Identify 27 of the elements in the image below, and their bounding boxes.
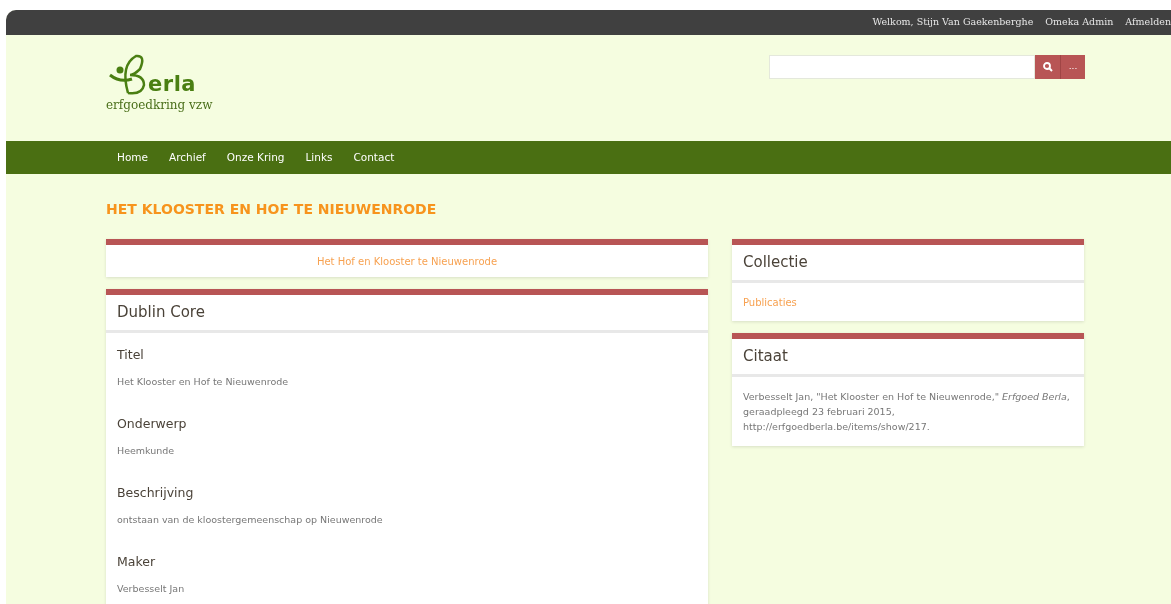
admin-link[interactable]: Welkom, Stijn Van Gaekenberghe bbox=[872, 15, 1034, 30]
page-title: HET KLOOSTER EN HOF TE NIEUWENRODE bbox=[106, 200, 438, 219]
field-value: Verbesselt Jan bbox=[117, 581, 186, 596]
admin-link[interactable]: Omeka Admin bbox=[1045, 15, 1114, 30]
field-value: Het Klooster en Hof te Nieuwenrode bbox=[117, 374, 290, 389]
logo-wordmark: erla bbox=[148, 74, 197, 95]
field-value: Heemkunde bbox=[117, 443, 176, 458]
field-label: Maker bbox=[117, 553, 157, 571]
field-value: ontstaan van de kloostergemeenschap op Nieuwenrode bbox=[117, 512, 384, 527]
advanced-search-button[interactable]: ... bbox=[1060, 55, 1085, 79]
nav-link[interactable]: Onze Kring bbox=[226, 149, 285, 166]
field-label: Titel bbox=[117, 346, 145, 364]
admin-link[interactable]: Afmelden bbox=[1125, 15, 1171, 30]
section-title: Citaat bbox=[743, 346, 788, 368]
nav-link[interactable]: Contact bbox=[353, 149, 395, 166]
section-title: Dublin Core bbox=[117, 302, 205, 324]
field-label: Beschrijving bbox=[117, 484, 195, 502]
nav-link[interactable]: Archief bbox=[169, 149, 206, 166]
logo-tagline: erfgoedkring vzw bbox=[106, 99, 213, 111]
search-field[interactable] bbox=[769, 55, 1035, 79]
search-button[interactable] bbox=[1035, 55, 1060, 79]
nav-link[interactable]: Links bbox=[305, 149, 333, 166]
field-label: Onderwerp bbox=[117, 415, 188, 433]
citation-text: Verbesselt Jan, "Het Klooster en Hof te Nieuwenrode," Erfgoed Berla, geraadpleegd 23 februari 2015, http://erfgoedberla.be/items/show/217. bbox=[743, 390, 1071, 434]
search-icon bbox=[1042, 62, 1053, 72]
section-title: Collectie bbox=[743, 252, 808, 274]
nav-link[interactable]: Home bbox=[117, 149, 148, 166]
